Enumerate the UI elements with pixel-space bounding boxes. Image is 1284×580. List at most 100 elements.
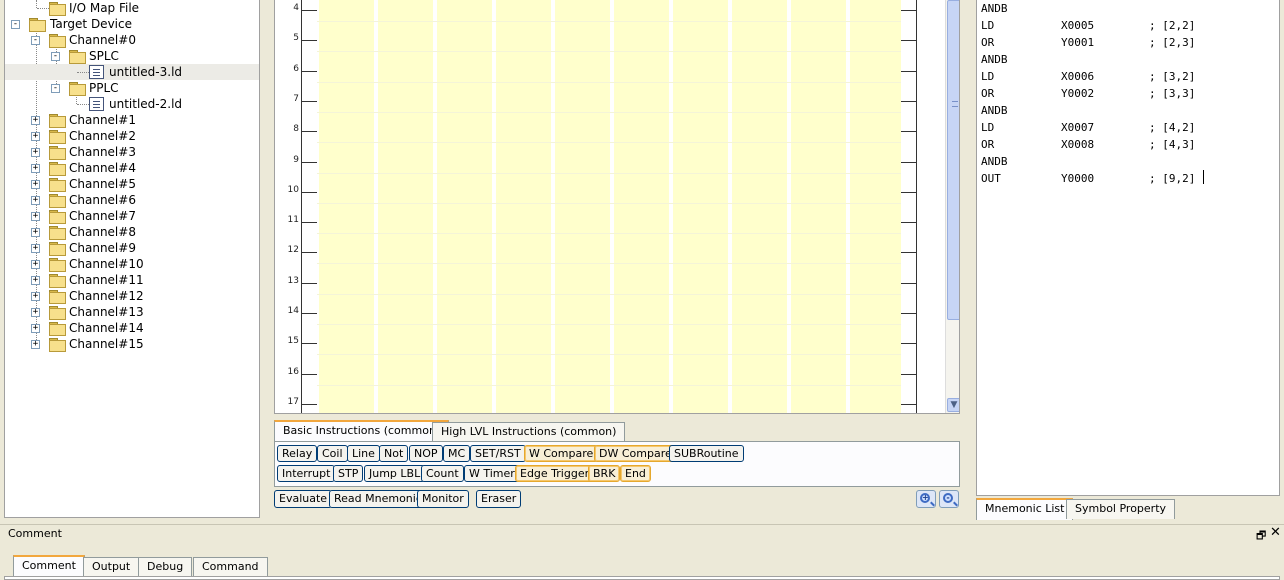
tree-item-channel-15[interactable]: + Channel#15	[5, 336, 259, 352]
ladder-cell-column[interactable]	[732, 0, 787, 413]
expand-icon[interactable]: +	[31, 276, 40, 285]
coil-button[interactable]: Coil	[317, 445, 348, 462]
expand-icon[interactable]: +	[31, 180, 40, 189]
ladder-cell-column[interactable]	[850, 0, 901, 413]
not-button[interactable]: Not	[379, 445, 409, 462]
nop-button[interactable]: NOP	[409, 445, 443, 462]
expand-icon[interactable]: +	[31, 324, 40, 333]
expand-icon[interactable]: +	[31, 116, 40, 125]
expand-icon[interactable]: +	[31, 244, 40, 253]
tree-item-channel-0[interactable]: - Channel#0	[5, 32, 259, 48]
tab-high-lvl-instructions[interactable]: High LVL Instructions (common)	[432, 422, 626, 442]
folder-icon	[69, 82, 86, 96]
tree-item-channel-7[interactable]: + Channel#7	[5, 208, 259, 224]
expand-icon[interactable]: +	[31, 340, 40, 349]
ladder-cell-column[interactable]	[319, 0, 374, 413]
expand-icon[interactable]: +	[31, 228, 40, 237]
tab-basic-instructions[interactable]: Basic Instructions (common)	[274, 420, 450, 442]
tab-output[interactable]: Output	[83, 557, 140, 577]
set-rst-button[interactable]: SET/RST	[470, 445, 526, 462]
collapse-icon[interactable]: -	[51, 84, 60, 93]
relay-button[interactable]: Relay	[277, 445, 318, 462]
subroutine-button[interactable]: SUBRoutine	[669, 445, 744, 462]
evaluate-button[interactable]: Evaluate	[274, 490, 333, 508]
tree-item-untitled-2-ld[interactable]: untitled-2.ld	[5, 96, 259, 112]
ladder-cell-column[interactable]	[791, 0, 846, 413]
dw-compare-button[interactable]: DW Compare	[594, 445, 677, 462]
expand-icon[interactable]: +	[31, 164, 40, 173]
zoom-out-button[interactable]: -	[939, 490, 959, 508]
ladder-cell-column[interactable]	[673, 0, 728, 413]
tree-item-io-map-file[interactable]: I/O Map File	[5, 0, 259, 16]
rung-separator	[317, 112, 901, 113]
jump-lbl-button[interactable]: Jump LBL	[364, 465, 426, 482]
ladder-cell-column[interactable]	[614, 0, 669, 413]
comment-body[interactable]	[4, 576, 1280, 580]
tree-item-untitled-3-ld[interactable]: untitled-3.ld	[5, 64, 259, 80]
tree-item-label: untitled-3.ld	[109, 65, 183, 79]
line-button[interactable]: Line	[347, 445, 380, 462]
ladder-editor[interactable]: 4 5 6 7 8 9 10 11 12 13 14 15 16 17 ▼	[274, 0, 960, 414]
expand-icon[interactable]: +	[31, 212, 40, 221]
tree-item-channel-3[interactable]: + Channel#3	[5, 144, 259, 160]
tree-item-channel-8[interactable]: + Channel#8	[5, 224, 259, 240]
vertical-scrollbar[interactable]: ▼	[945, 0, 959, 413]
tree-item-channel-11[interactable]: + Channel#11	[5, 272, 259, 288]
interrupt-button[interactable]: Interrupt	[277, 465, 336, 482]
tree-item-channel-14[interactable]: + Channel#14	[5, 320, 259, 336]
tree-item-channel-9[interactable]: + Channel#9	[5, 240, 259, 256]
mnemonic-operand: X0005	[1061, 19, 1095, 32]
mnemonic-comment: ; [3,2]	[1149, 70, 1196, 83]
brk-button[interactable]: BRK	[588, 465, 621, 482]
count-button[interactable]: Count	[421, 465, 464, 482]
restore-icon[interactable]: 🗗	[1256, 527, 1266, 546]
tree-item-channel-10[interactable]: + Channel#10	[5, 256, 259, 272]
mnemonic-comment: ; [2,3]	[1149, 36, 1196, 49]
tree-item-pplc[interactable]: - PPLC	[5, 80, 259, 96]
read-mnemonic-button[interactable]: Read Mnemonic	[329, 490, 427, 508]
tree-item-channel-2[interactable]: + Channel#2	[5, 128, 259, 144]
stp-button[interactable]: STP	[333, 465, 364, 482]
tab-debug[interactable]: Debug	[138, 557, 193, 577]
instruction-palette: Relay Coil Line Not NOP MC SET/RST W Com…	[274, 441, 960, 487]
rung-wire-left	[301, 343, 317, 344]
tree-item-channel-6[interactable]: + Channel#6	[5, 192, 259, 208]
tab-comment[interactable]: Comment	[13, 555, 85, 577]
mc-button[interactable]: MC	[443, 445, 471, 462]
expand-icon[interactable]: +	[31, 292, 40, 301]
expand-icon[interactable]: +	[31, 148, 40, 157]
ladder-cell-column[interactable]	[555, 0, 610, 413]
tree-item-channel-13[interactable]: + Channel#13	[5, 304, 259, 320]
w-timer-button[interactable]: W Timer	[464, 465, 520, 482]
ladder-cell-column[interactable]	[378, 0, 433, 413]
tab-command[interactable]: Command	[193, 557, 268, 577]
expand-icon[interactable]: +	[31, 132, 40, 141]
tab-symbol-property[interactable]: Symbol Property	[1066, 499, 1176, 519]
scroll-down-icon[interactable]: ▼	[947, 398, 959, 412]
expand-icon[interactable]: +	[31, 308, 40, 317]
tree-item-splc[interactable]: - SPLC	[5, 48, 259, 64]
collapse-icon[interactable]: -	[31, 36, 40, 45]
tab-mnemonic-list[interactable]: Mnemonic List	[976, 498, 1074, 520]
tree-item-target-device[interactable]: - Target Device	[5, 16, 259, 32]
mnemonic-list[interactable]: ANDB LD X0005 ; [2,2] OR Y0001 ; [2,3] ANDB LD X0…	[976, 0, 1280, 496]
ladder-cell-column[interactable]	[437, 0, 492, 413]
tree-item-channel-5[interactable]: + Channel#5	[5, 176, 259, 192]
tree-item-channel-4[interactable]: + Channel#4	[5, 160, 259, 176]
expand-icon[interactable]: +	[31, 196, 40, 205]
edge-trigger-button[interactable]: Edge Trigger	[515, 465, 595, 482]
end-button[interactable]: End	[620, 465, 651, 482]
expand-icon[interactable]: +	[31, 260, 40, 269]
collapse-icon[interactable]: -	[11, 20, 20, 29]
tree-item-channel-12[interactable]: + Channel#12	[5, 288, 259, 304]
collapse-icon[interactable]: -	[51, 52, 60, 61]
ladder-grid[interactable]: 4 5 6 7 8 9 10 11 12 13 14 15 16 17	[275, 0, 945, 413]
ladder-cell-column[interactable]	[496, 0, 551, 413]
tree-item-channel-1[interactable]: + Channel#1	[5, 112, 259, 128]
monitor-button[interactable]: Monitor	[417, 490, 469, 508]
close-icon[interactable]: ✕	[1270, 525, 1281, 540]
eraser-button[interactable]: Eraser	[476, 490, 522, 508]
zoom-in-button[interactable]: +	[916, 490, 936, 508]
w-compare-button[interactable]: W Compare	[524, 445, 599, 462]
scrollbar-thumb[interactable]	[947, 0, 959, 320]
